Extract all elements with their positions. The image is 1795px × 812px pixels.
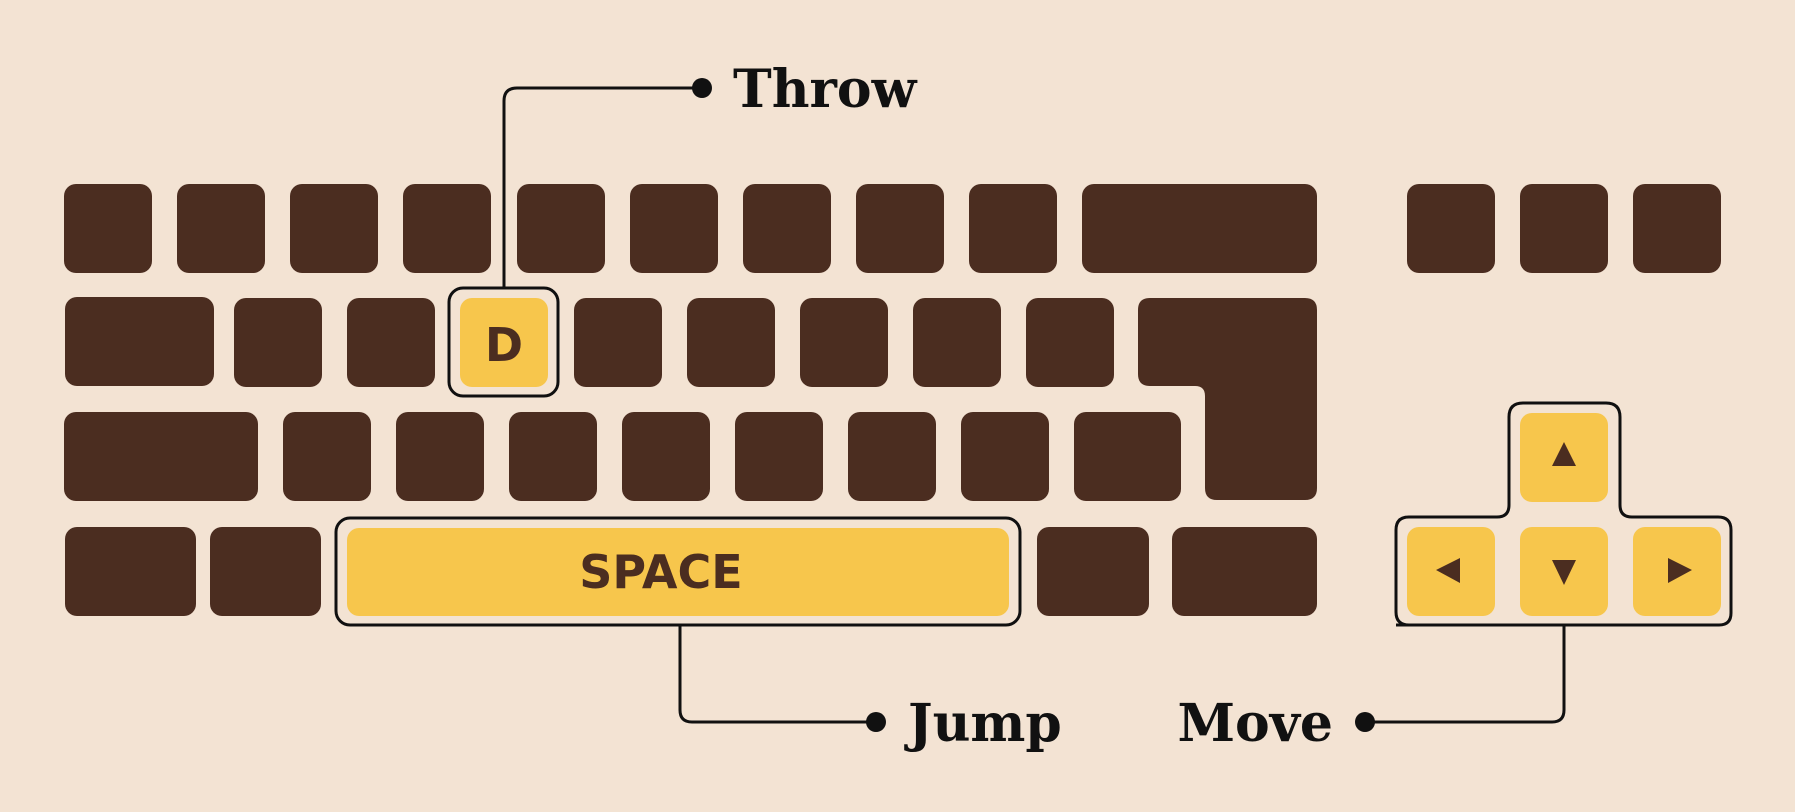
ctrl-key[interactable] <box>1172 527 1317 616</box>
keyboard-row-1 <box>64 184 1721 273</box>
move-leader-dot <box>1355 712 1375 732</box>
key[interactable] <box>961 412 1049 501</box>
throw-label: Throw <box>733 59 918 120</box>
nav-key[interactable] <box>1407 184 1495 273</box>
move-callout: Move <box>1177 625 1566 754</box>
shift-key[interactable] <box>1074 412 1181 501</box>
key[interactable] <box>347 298 435 387</box>
key[interactable] <box>290 184 378 273</box>
key[interactable] <box>283 412 371 501</box>
key[interactable] <box>177 184 265 273</box>
keyboard-controls-diagram: D SPACE Throw Jump Move <box>64 59 1733 754</box>
key[interactable] <box>848 412 936 501</box>
key[interactable] <box>396 412 484 501</box>
key[interactable] <box>913 298 1001 387</box>
nav-key[interactable] <box>1520 184 1608 273</box>
key[interactable] <box>856 184 944 273</box>
key[interactable] <box>735 412 823 501</box>
key[interactable] <box>403 184 491 273</box>
key[interactable] <box>517 184 605 273</box>
nav-key[interactable] <box>1633 184 1721 273</box>
throw-leader-dot <box>692 78 712 98</box>
key[interactable] <box>687 298 775 387</box>
key[interactable] <box>64 184 152 273</box>
arrow-keys-cluster <box>1394 401 1733 627</box>
keyboard-row-3 <box>64 412 1181 501</box>
move-leader-line <box>1365 625 1566 724</box>
move-label: Move <box>1177 693 1333 754</box>
key[interactable] <box>969 184 1057 273</box>
ctrl-key[interactable] <box>65 527 196 616</box>
backspace-key[interactable] <box>1082 184 1317 273</box>
jump-callout: Jump <box>678 625 1062 754</box>
d-key-label: D <box>485 318 523 372</box>
key[interactable] <box>800 298 888 387</box>
jump-leader-dot <box>866 712 886 732</box>
jump-label: Jump <box>904 693 1062 754</box>
alt-key[interactable] <box>210 527 321 616</box>
key[interactable] <box>1026 298 1114 387</box>
key[interactable] <box>622 412 710 501</box>
jump-leader-line <box>678 625 876 724</box>
key[interactable] <box>509 412 597 501</box>
key[interactable] <box>234 298 322 387</box>
key[interactable] <box>630 184 718 273</box>
alt-key[interactable] <box>1037 527 1149 616</box>
tab-key[interactable] <box>65 297 214 386</box>
key[interactable] <box>574 298 662 387</box>
caps-lock-key[interactable] <box>64 412 258 501</box>
space-key-label: SPACE <box>579 545 742 599</box>
key[interactable] <box>743 184 831 273</box>
keyboard-row-4: SPACE <box>65 516 1317 627</box>
